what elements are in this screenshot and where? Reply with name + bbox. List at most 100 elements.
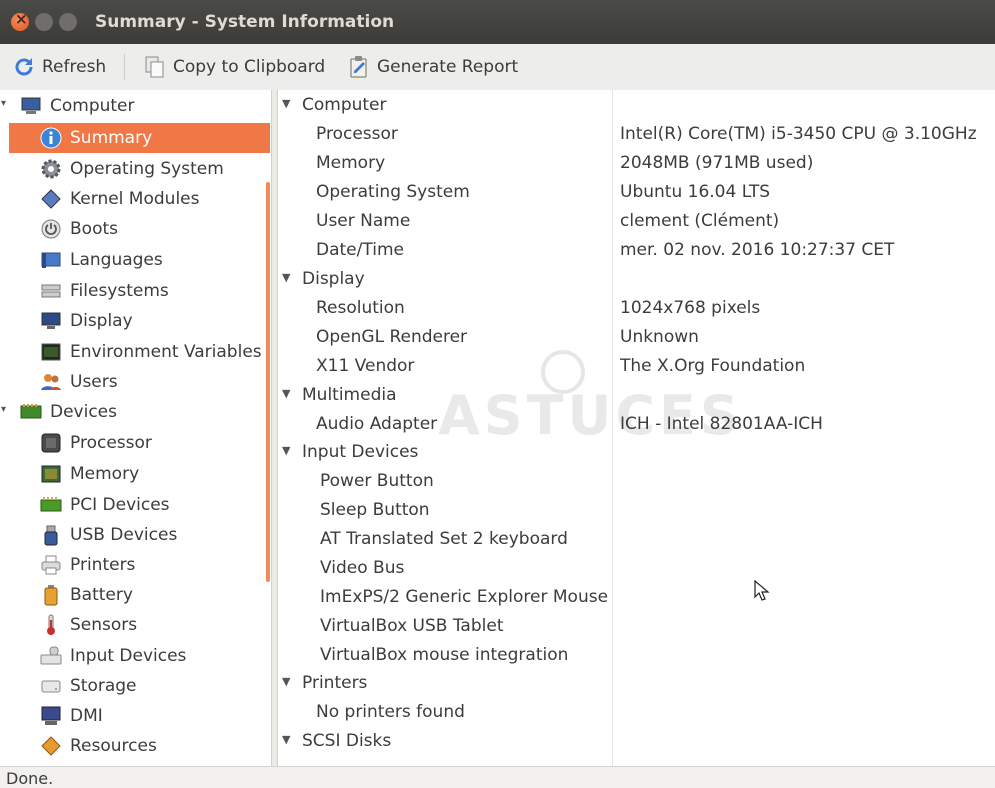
row-explorer-mouse[interactable]: ImExPS/2 Generic Explorer Mouse [278,583,995,612]
sidebar-item-sensors[interactable]: Sensors [40,610,137,640]
generate-report-button[interactable]: Generate Report [347,54,518,80]
sidebar-item-operating-system[interactable]: Operating System [40,154,224,184]
row-key: No printers found [316,702,465,722]
row-key: Memory [316,153,386,173]
printer-icon [40,554,62,576]
sidebar-item-label: Memory [70,464,140,484]
row-date-time[interactable]: Date/Time mer. 02 nov. 2016 10:27:37 CET [278,236,995,265]
sidebar-item-resources[interactable]: Resources [40,731,157,761]
cpu-icon [40,432,62,454]
row-value: 2048MB (971MB used) [620,153,814,173]
row-mouse-integration[interactable]: VirtualBox mouse integration [278,641,995,670]
sidebar-item-label: Processor [70,433,152,453]
sidebar-item-label: Resources [70,736,157,756]
section-row-printers[interactable]: ▼ Printers [278,669,995,698]
row-audio-adapter[interactable]: Audio Adapter ICH - Intel 82801AA-ICH [278,410,995,439]
sidebar-item-boots[interactable]: Boots [40,214,118,244]
refresh-button[interactable]: Refresh [12,54,106,80]
sidebar-item-kernel-modules[interactable]: Kernel Modules [40,184,199,214]
thermometer-icon [40,614,62,636]
resources-icon [40,735,62,757]
sidebar-item-storage[interactable]: Storage [40,671,137,701]
copy-label: Copy to Clipboard [173,57,326,77]
sidebar-item-label: Languages [70,250,163,270]
sidebar-item-devices[interactable]: Devices [20,397,117,427]
expander-arrow[interactable]: ▼ [282,97,290,110]
expander-arrow[interactable]: ▼ [282,387,290,400]
row-x11-vendor[interactable]: X11 Vendor The X.Org Foundation [278,352,995,381]
row-value: clement (Clément) [620,211,780,231]
section-row-input-devices[interactable]: ▼ Input Devices [278,438,995,467]
sidebar-item-label: Kernel Modules [70,189,200,209]
sidebar-item-memory[interactable]: Memory [40,459,139,489]
expander-arrow[interactable]: ▼ [282,733,290,746]
row-key: Multimedia [302,385,397,405]
row-power-button[interactable]: Power Button [278,467,995,496]
sidebar-item-label: Storage [70,676,137,696]
row-video-bus[interactable]: Video Bus [278,554,995,583]
section-row-computer[interactable]: ▼ Computer [278,91,995,120]
dmi-icon [40,705,62,727]
row-resolution[interactable]: Resolution 1024x768 pixels [278,294,995,323]
summary-panel: ASTUCES ▼ Computer Processor Intel(R) Core… [278,90,995,766]
expander-devices[interactable]: ▾ [1,404,6,415]
module-icon [40,188,62,210]
row-key: Computer [302,95,387,115]
sidebar-item-summary[interactable]: Summary [9,123,270,153]
sidebar-item-label: Computer [50,96,135,116]
pci-icon [40,494,62,516]
row-user-name[interactable]: User Name clement (Clément) [278,207,995,236]
row-at-keyboard[interactable]: AT Translated Set 2 keyboard [278,525,995,554]
toolbar: Refresh Copy to Clipboard Generate Repor… [0,44,995,91]
sidebar-item-label: DMI [70,706,103,726]
row-key: Video Bus [320,558,405,578]
sidebar-item-computer[interactable]: Computer [20,91,266,121]
display-icon [40,310,62,332]
minimize-window-button[interactable] [35,13,53,31]
row-operating-system[interactable]: Operating System Ubuntu 16.04 LTS [278,178,995,207]
sidebar-item-environment-variables[interactable]: Environment Variables [40,337,262,367]
sidebar-item-filesystems[interactable]: Filesystems [40,276,169,306]
sidebar-item-pci-devices[interactable]: PCI Devices [40,490,170,520]
refresh-label: Refresh [42,57,107,77]
monitor-icon [20,95,42,117]
sidebar-item-label: Filesystems [70,281,169,301]
sidebar-scrollbar[interactable] [266,182,270,582]
row-processor[interactable]: Processor Intel(R) Core(TM) i5-3450 CPU @… [278,120,995,149]
sidebar-item-battery[interactable]: Battery [40,580,133,610]
sidebar-item-processor[interactable]: Processor [40,428,152,458]
maximize-window-button[interactable] [59,13,77,31]
sidebar-item-dmi[interactable]: DMI [40,701,103,731]
sidebar-item-input-devices[interactable]: Input Devices [40,641,186,671]
sidebar-item-label: Devices [50,402,117,422]
section-row-display[interactable]: ▼ Display [278,265,995,294]
row-key: Processor [316,124,398,144]
report-icon [350,56,367,78]
pane-divider[interactable] [271,90,278,766]
row-memory[interactable]: Memory 2048MB (971MB used) [278,149,995,178]
expander-arrow[interactable]: ▼ [282,675,290,688]
sidebar-item-label: PCI Devices [70,495,170,515]
row-sleep-button[interactable]: Sleep Button [278,496,995,525]
section-row-multimedia[interactable]: ▼ Multimedia [278,381,995,410]
row-key: Audio Adapter [316,414,438,434]
copy-to-clipboard-button[interactable]: Copy to Clipboard [143,54,325,80]
row-usb-tablet[interactable]: VirtualBox USB Tablet [278,612,995,641]
sidebar-item-languages[interactable]: Languages [40,245,163,275]
row-no-printers[interactable]: No printers found [278,698,995,727]
sidebar-item-users[interactable]: Users [40,367,118,397]
sidebar-item-display[interactable]: Display [40,306,133,336]
expander-arrow[interactable]: ▼ [282,271,290,284]
usb-icon [40,524,62,546]
section-row-scsi-disks[interactable]: ▼ SCSI Disks [278,727,995,756]
users-icon [40,371,62,393]
expander-computer[interactable]: ▾ [1,98,6,109]
close-window-button[interactable] [11,10,29,31]
row-key: Display [302,269,365,289]
expander-arrow[interactable]: ▼ [282,444,290,457]
sidebar-item-printers[interactable]: Printers [40,550,135,580]
refresh-icon [15,58,33,76]
sidebar-item-usb-devices[interactable]: USB Devices [40,520,177,550]
row-opengl-renderer[interactable]: OpenGL Renderer Unknown [278,323,995,352]
title-bar[interactable]: Summary - System Information [0,0,995,45]
